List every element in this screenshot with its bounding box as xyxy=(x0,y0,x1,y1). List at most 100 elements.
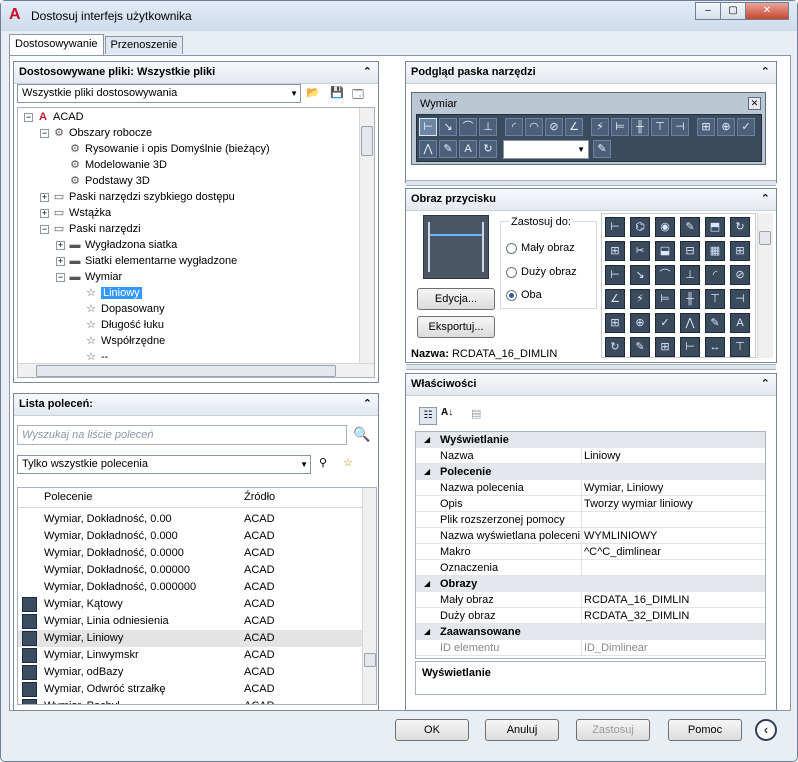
expand-icon[interactable]: + xyxy=(56,240,65,250)
gallery-image-icon[interactable]: ⊥ xyxy=(680,265,700,285)
arc-length-icon[interactable]: ⌒ xyxy=(459,118,477,136)
categorized-icon[interactable]: ☷ xyxy=(419,407,437,425)
property-value[interactable]: Wymiar, Liniowy xyxy=(581,480,765,496)
gallery-image-icon[interactable]: ⊞ xyxy=(605,241,625,261)
gallery-image-icon[interactable]: ⌬ xyxy=(630,217,650,237)
gallery-image-icon[interactable]: ⬒ xyxy=(705,217,725,237)
gallery-image-icon[interactable]: ⚡ xyxy=(630,289,650,309)
property-category[interactable]: ◢ Obrazy xyxy=(416,576,765,592)
property-value[interactable]: RCDATA_16_DIMLIN xyxy=(581,592,765,608)
find-command-icon[interactable]: ⚲ xyxy=(319,456,327,469)
quick-dim-icon[interactable]: ⚡ xyxy=(591,118,609,136)
tab-transfer[interactable]: Przenoszenie xyxy=(104,36,184,54)
property-value[interactable]: WYMLINIOWY xyxy=(581,528,765,544)
aligned-dim-icon[interactable]: ↘ xyxy=(439,118,457,136)
gallery-image-icon[interactable]: ↻ xyxy=(605,337,625,357)
maximize-button[interactable]: ▢ xyxy=(720,2,746,20)
gallery-image-icon[interactable]: ⊢ xyxy=(605,217,625,237)
collapse-icon[interactable]: ◢ xyxy=(424,432,430,448)
gallery-image-icon[interactable]: ✓ xyxy=(655,313,675,333)
large-image-radio[interactable]: Duży obraz xyxy=(506,265,577,279)
collapse-icon[interactable]: − xyxy=(56,272,65,282)
tab-customize[interactable]: Dostosowywanie xyxy=(9,34,104,55)
collapse-icon[interactable]: ◢ xyxy=(424,576,430,592)
command-row[interactable]: Wymiar, Odwróć strzałkę ACAD xyxy=(18,681,362,698)
ok-button[interactable]: OK xyxy=(395,719,469,741)
apply-button[interactable]: Zastosuj xyxy=(576,719,650,741)
center-mark-icon[interactable]: ⊕ xyxy=(717,118,735,136)
jogged-linear-icon[interactable]: ⋀ xyxy=(419,140,437,158)
gallery-image-icon[interactable]: ✂ xyxy=(630,241,650,261)
files-selector[interactable]: Wszystkie pliki dostosowywania ▼ xyxy=(17,84,301,103)
collapse-icon[interactable]: ⌃ xyxy=(363,397,372,410)
tolerance-icon[interactable]: ⊞ xyxy=(697,118,715,136)
tree-item[interactable]: + ▭ Wstążka xyxy=(40,205,111,221)
expand-icon[interactable]: + xyxy=(40,208,49,218)
tree-item[interactable]: − ▬ Wymiar xyxy=(56,269,122,285)
dim-text-edit-icon[interactable]: A xyxy=(459,140,477,158)
gallery-image-icon[interactable]: ↻ xyxy=(730,217,750,237)
dim-style-icon[interactable]: ✎ xyxy=(593,140,611,158)
gallery-image-icon[interactable]: ✎ xyxy=(680,217,700,237)
minimize-button[interactable]: – xyxy=(695,2,721,20)
expand-icon[interactable]: + xyxy=(40,192,49,202)
edit-button[interactable]: Edycja... xyxy=(417,288,495,310)
gallery-image-icon[interactable]: ✎ xyxy=(705,313,725,333)
both-radio[interactable]: Oba xyxy=(506,288,542,302)
property-category[interactable]: ◢ Zaawansowane xyxy=(416,624,765,640)
command-search-input[interactable]: Wyszukaj na liście poleceń xyxy=(17,425,347,445)
command-list-scrollbar[interactable] xyxy=(362,488,376,704)
property-value[interactable] xyxy=(581,560,765,576)
collapse-icon[interactable]: ◢ xyxy=(424,624,430,640)
property-value[interactable]: ID_Dimlinear xyxy=(581,640,765,656)
gallery-scrollbar[interactable] xyxy=(757,213,773,358)
gallery-image-icon[interactable]: ⊟ xyxy=(680,241,700,261)
gallery-image-icon[interactable]: ⌒ xyxy=(655,265,675,285)
save-icon[interactable]: 💾 xyxy=(330,86,344,99)
dim-edit-icon[interactable]: ✎ xyxy=(439,140,457,158)
property-value[interactable]: ^C^C_dimlinear xyxy=(581,544,765,560)
collapse-icon[interactable]: ⌃ xyxy=(761,192,770,205)
command-row[interactable]: Wymiar, Kątowy ACAD xyxy=(18,596,362,613)
ordinate-icon[interactable]: ⊥ xyxy=(479,118,497,136)
gallery-image-icon[interactable]: ⊢ xyxy=(605,265,625,285)
command-row[interactable]: Wymiar, Dokładność, 0.00 ACAD xyxy=(18,511,362,528)
column-source[interactable]: Źródło xyxy=(244,491,275,503)
property-row[interactable]: Duży obraz RCDATA_32_DIMLIN xyxy=(416,608,765,624)
tree-vscrollbar[interactable] xyxy=(359,108,374,363)
gallery-image-icon[interactable]: ⊢ xyxy=(680,337,700,357)
small-image-radio[interactable]: Mały obraz xyxy=(506,241,575,255)
gallery-image-icon[interactable]: ⊤ xyxy=(705,289,725,309)
tree-item[interactable]: ☆ Współrzędne xyxy=(72,333,165,349)
command-row[interactable]: Wymiar, odBazy ACAD xyxy=(18,664,362,681)
collapse-icon[interactable]: − xyxy=(24,112,33,122)
dim-style-combo[interactable]: ▼ xyxy=(503,140,589,159)
gallery-image-icon[interactable]: ⊞ xyxy=(730,241,750,261)
property-row[interactable]: Mały obraz RCDATA_16_DIMLIN xyxy=(416,592,765,608)
open-file-icon[interactable]: 📂 xyxy=(306,86,320,99)
cancel-button[interactable]: Anuluj xyxy=(485,719,559,741)
angular-icon[interactable]: ∠ xyxy=(565,118,583,136)
tree-hscrollbar[interactable] xyxy=(18,363,374,377)
tree-item[interactable]: − ⚙ Obszary robocze xyxy=(40,125,152,141)
gallery-image-icon[interactable]: ◜ xyxy=(705,265,725,285)
property-value[interactable]: Tworzy wymiar liniowy xyxy=(581,496,765,512)
property-category[interactable]: ◢ Wyświetlanie xyxy=(416,432,765,448)
splitter[interactable] xyxy=(406,180,776,186)
gallery-image-icon[interactable]: ⬓ xyxy=(655,241,675,261)
tree-item[interactable]: ☆ Długość łuku xyxy=(72,317,164,333)
continue-icon[interactable]: ╫ xyxy=(631,118,649,136)
gallery-image-icon[interactable]: ⊞ xyxy=(605,313,625,333)
property-row[interactable]: Nazwa polecenia Wymiar, Liniowy xyxy=(416,480,765,496)
break-icon[interactable]: ⊣ xyxy=(671,118,689,136)
expand-icon[interactable]: + xyxy=(56,256,65,266)
collapse-panes-icon[interactable]: ‹ xyxy=(755,719,777,741)
command-row[interactable]: Wymiar, Pochyl ACAD xyxy=(18,698,362,704)
tree-item[interactable]: ☆ Dopasowany xyxy=(72,301,165,317)
gallery-image-icon[interactable]: ⊘ xyxy=(730,265,750,285)
jogged-icon[interactable]: ◠ xyxy=(525,118,543,136)
tree-item[interactable]: + ▭ Paski narzędzi szybkiego dostępu xyxy=(40,189,235,205)
alphabetical-icon[interactable]: A↓ xyxy=(441,407,453,418)
baseline-icon[interactable]: ⊨ xyxy=(611,118,629,136)
command-row[interactable]: Wymiar, Dokładność, 0.00000 ACAD xyxy=(18,562,362,579)
